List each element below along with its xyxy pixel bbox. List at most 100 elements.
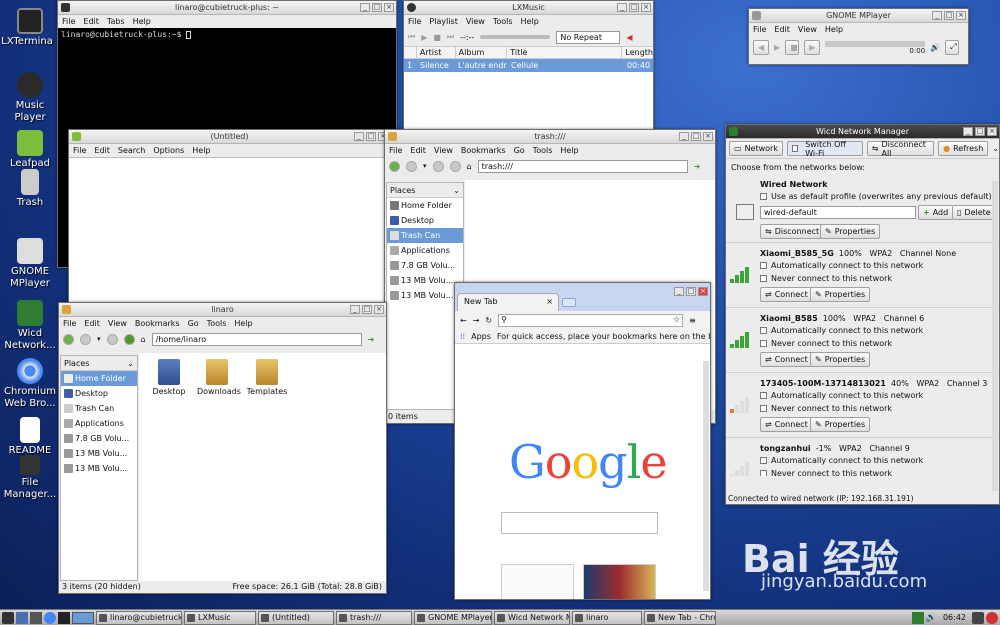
maximize-icon[interactable]: □ bbox=[686, 287, 696, 296]
switch-off-wifi-button[interactable]: Switch Off Wi-Fi bbox=[786, 140, 863, 158]
minimize-icon[interactable]: _ bbox=[674, 287, 684, 296]
menu-bookmarks[interactable]: Bookmarks bbox=[135, 319, 180, 328]
clock[interactable]: 06:42 bbox=[939, 613, 970, 622]
menu-tabs[interactable]: Tabs bbox=[107, 17, 125, 26]
taskbar-item[interactable]: New Tab - Chro... bbox=[644, 610, 716, 625]
home-icon[interactable]: ⌂ bbox=[467, 162, 472, 171]
properties-button[interactable]: ✎ Properties bbox=[810, 352, 871, 367]
place-volume[interactable]: 7.8 GB Volu... bbox=[387, 258, 463, 273]
desktop-icon-lxterminal[interactable]: LXTermina l bbox=[1, 8, 59, 48]
lock-icon[interactable] bbox=[972, 611, 984, 624]
desktop-icon-leafpad[interactable]: Leafpad bbox=[1, 130, 59, 170]
menu-playlist[interactable]: Playlist bbox=[429, 17, 457, 26]
maximize-icon[interactable]: □ bbox=[366, 132, 376, 141]
back-icon[interactable]: ← bbox=[460, 316, 467, 325]
place-applications[interactable]: Applications bbox=[387, 243, 463, 258]
menu-go[interactable]: Go bbox=[188, 319, 199, 328]
apps-icon[interactable]: ⁞⁞ bbox=[460, 332, 465, 341]
close-icon[interactable]: × bbox=[987, 127, 997, 136]
maximize-icon[interactable]: □ bbox=[944, 11, 954, 20]
minimize-icon[interactable]: _ bbox=[354, 132, 364, 141]
browser-icon[interactable] bbox=[44, 611, 56, 624]
address-bar[interactable]: /home/linaro bbox=[151, 332, 362, 346]
file-downloads[interactable]: Downloads bbox=[197, 359, 241, 575]
menu-help[interactable]: Help bbox=[234, 319, 252, 328]
places-header[interactable]: Places ⌄ bbox=[61, 356, 137, 371]
network-button[interactable]: ▭ Network bbox=[729, 141, 783, 156]
forward-icon[interactable]: ▶ bbox=[804, 39, 821, 55]
terminal-icon[interactable] bbox=[58, 611, 70, 624]
places-header[interactable]: Places ⌄ bbox=[387, 183, 463, 198]
history-icon[interactable]: ▾ bbox=[97, 335, 101, 343]
mplayer-titlebar[interactable]: GNOME MPlayer _ □ × bbox=[749, 9, 968, 23]
linaro-file-view[interactable]: Desktop Downloads Templates bbox=[139, 353, 386, 581]
file-templates[interactable]: Templates bbox=[245, 359, 289, 575]
back-icon[interactable] bbox=[80, 333, 91, 345]
properties-button[interactable]: ✎ Properties bbox=[820, 224, 881, 239]
apps-link[interactable]: Apps bbox=[471, 332, 491, 341]
properties-button[interactable]: ✎ Properties bbox=[810, 417, 871, 432]
menu-edit[interactable]: Edit bbox=[410, 146, 426, 155]
menu-go[interactable]: Go bbox=[514, 146, 525, 155]
most-visited-tile[interactable] bbox=[501, 564, 574, 599]
menu-bookmarks[interactable]: Bookmarks bbox=[461, 146, 506, 155]
new-tab-icon[interactable] bbox=[389, 160, 400, 172]
disconnect-button[interactable]: ⇋ Disconnect bbox=[760, 224, 825, 239]
refresh-button[interactable]: ● Refresh bbox=[938, 141, 989, 156]
menu-tools[interactable]: Tools bbox=[493, 17, 513, 26]
taskbar-item[interactable]: trash:/// bbox=[336, 610, 412, 625]
home-icon[interactable]: ⌂ bbox=[141, 335, 146, 344]
most-visited-tile[interactable] bbox=[583, 564, 656, 599]
terminal-output[interactable]: linaro@cubietruck-plus:~$ bbox=[58, 28, 396, 41]
menu-icon[interactable]: ≡ bbox=[689, 316, 696, 325]
menu-help[interactable]: Help bbox=[192, 146, 210, 155]
close-icon[interactable]: × bbox=[956, 11, 966, 20]
menu-file[interactable]: File bbox=[753, 25, 766, 34]
menu-file[interactable]: File bbox=[408, 17, 421, 26]
desktop-icon-readme[interactable]: README bbox=[1, 417, 59, 457]
maximize-icon[interactable]: □ bbox=[629, 3, 639, 12]
play-icon[interactable]: ▶ bbox=[421, 33, 427, 42]
lxmusic-titlebar[interactable]: LXMusic _ □ × bbox=[404, 1, 653, 15]
place-home-folder[interactable]: Home Folder bbox=[387, 198, 463, 213]
menu-help[interactable]: Help bbox=[521, 17, 539, 26]
playlist-row[interactable]: 1SilenceL'autre endr...Cellule00:40 bbox=[404, 59, 653, 72]
place-desktop[interactable]: Desktop bbox=[61, 386, 137, 401]
back-icon[interactable] bbox=[406, 160, 417, 172]
minimize-icon[interactable]: _ bbox=[963, 127, 973, 136]
volume-icon[interactable]: ◀ bbox=[626, 33, 632, 42]
desktop-icon[interactable] bbox=[16, 611, 28, 624]
auto-connect-checkbox[interactable]: Automatically connect to this network bbox=[760, 326, 923, 335]
place-trash-can[interactable]: Trash Can bbox=[61, 401, 137, 416]
menu-view[interactable]: View bbox=[466, 17, 485, 26]
menu-tools[interactable]: Tools bbox=[207, 319, 227, 328]
menu-tools[interactable]: Tools bbox=[533, 146, 553, 155]
menu-file[interactable]: File bbox=[73, 146, 86, 155]
never-connect-checkbox[interactable]: Never connect to this network bbox=[760, 469, 892, 476]
close-icon[interactable]: × bbox=[698, 287, 708, 296]
menu-options[interactable]: Options bbox=[153, 146, 184, 155]
star-icon[interactable]: ☆ bbox=[673, 315, 680, 324]
forward-icon[interactable] bbox=[432, 160, 444, 172]
up-icon[interactable] bbox=[123, 333, 135, 345]
scrollbar[interactable] bbox=[703, 361, 709, 591]
menu-file[interactable]: File bbox=[389, 146, 402, 155]
close-icon[interactable]: × bbox=[384, 3, 394, 12]
next-icon[interactable]: ⏭ bbox=[447, 32, 454, 42]
taskbar-item[interactable]: Wicd Network M... bbox=[494, 610, 570, 625]
auto-connect-checkbox[interactable]: Automatically connect to this network bbox=[760, 391, 923, 400]
maximize-icon[interactable]: □ bbox=[372, 3, 382, 12]
volume-icon[interactable]: 🔊 bbox=[930, 43, 940, 52]
auto-connect-checkbox[interactable]: Automatically connect to this network bbox=[760, 456, 923, 465]
menu-search[interactable]: Search bbox=[118, 146, 145, 155]
close-icon[interactable]: × bbox=[374, 305, 384, 314]
rewind-icon[interactable]: ◀ bbox=[753, 39, 769, 55]
place-trash-can[interactable]: Trash Can bbox=[387, 228, 463, 243]
close-tab-icon[interactable]: × bbox=[546, 297, 553, 306]
menu-edit[interactable]: Edit bbox=[94, 146, 110, 155]
add-button[interactable]: + Add bbox=[918, 205, 954, 220]
new-tab-button[interactable] bbox=[562, 298, 576, 307]
place-applications[interactable]: Applications bbox=[61, 416, 137, 431]
place-volume[interactable]: 13 MB Volu... bbox=[61, 446, 137, 461]
tray-volume-icon[interactable]: 🔊 bbox=[926, 613, 937, 623]
